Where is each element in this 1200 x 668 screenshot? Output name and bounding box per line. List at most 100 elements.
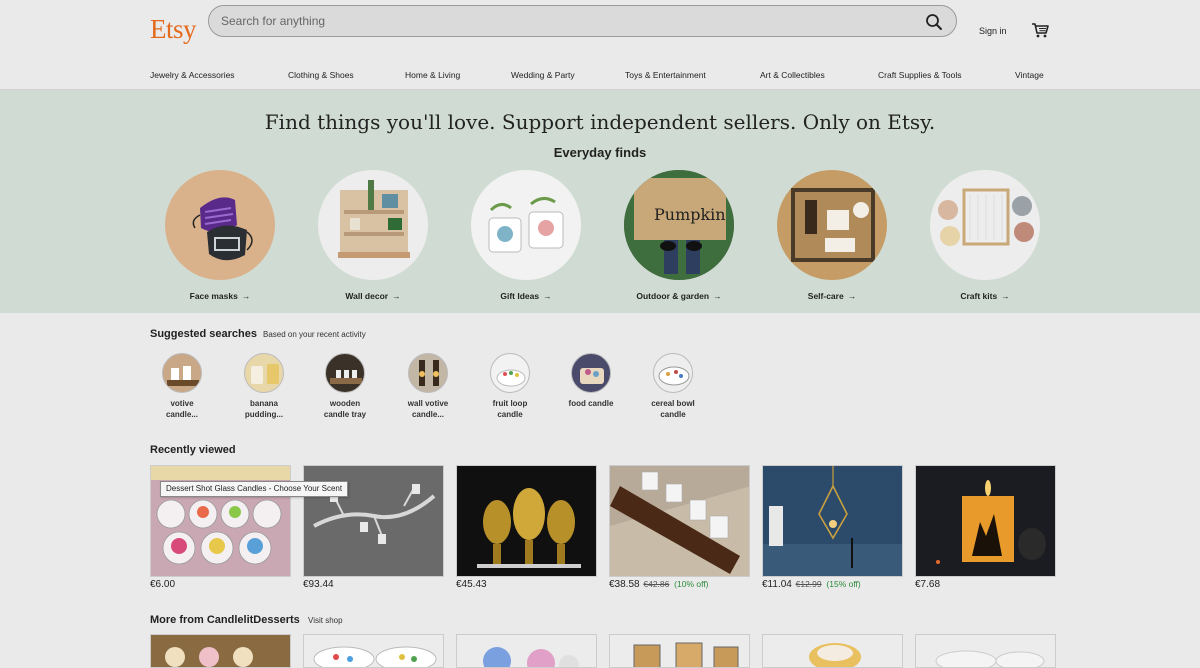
arrow-right-icon: → bbox=[713, 291, 722, 301]
product-price: €38.58 bbox=[609, 579, 640, 590]
category-label: Face masks bbox=[189, 291, 238, 301]
category-label: Outdoor & garden bbox=[636, 291, 710, 301]
discount-badge: (15% off) bbox=[826, 579, 861, 589]
category-label: Wall decor bbox=[345, 291, 389, 301]
search-icon bbox=[926, 14, 942, 30]
shop-item-image[interactable] bbox=[456, 634, 597, 668]
suggested-search-item[interactable]: votive candle... bbox=[147, 353, 217, 420]
product-price: €45.43 bbox=[456, 579, 487, 590]
suggested-search-label: candle bbox=[660, 410, 686, 419]
face-masks-image bbox=[165, 170, 275, 280]
category-label: Gift Ideas bbox=[500, 291, 540, 301]
arrow-right-icon: → bbox=[241, 291, 251, 301]
suggested-search-label: cereal bowl bbox=[651, 399, 695, 408]
category-self-care[interactable]: Self-care → bbox=[772, 170, 892, 301]
suggested-search-item[interactable]: fruit loop candle bbox=[475, 353, 545, 420]
suggested-search-thumbnail bbox=[162, 353, 202, 393]
suggested-search-thumbnail bbox=[490, 353, 530, 393]
more-from-shop-title: More from CandlelitDesserts bbox=[150, 614, 300, 626]
hero-title: Find things you'll love. Support indepen… bbox=[264, 110, 936, 134]
original-price: €42.86 bbox=[643, 579, 670, 589]
search-input[interactable] bbox=[221, 12, 901, 30]
hero-banner: Find things you'll love. Support indepen… bbox=[0, 90, 1200, 313]
arrow-right-icon: → bbox=[847, 291, 857, 301]
suggested-search-label: candle bbox=[497, 410, 523, 419]
suggested-searches-title: Suggested searches bbox=[150, 328, 257, 340]
category-outdoor-garden[interactable]: Pumpkin Outdoor & garden → bbox=[619, 170, 739, 301]
category-nav: Jewelry & Accessories Clothing & Shoes H… bbox=[0, 70, 1200, 90]
arrow-right-icon: → bbox=[1001, 291, 1010, 301]
recently-viewed-item[interactable]: €11.04 €12.99 (15% off) bbox=[762, 465, 903, 590]
suggested-search-item[interactable]: wooden candle tray bbox=[310, 353, 380, 420]
suggested-search-label: candle... bbox=[165, 410, 198, 419]
shop-item-image[interactable] bbox=[762, 634, 903, 668]
suggested-search-thumbnail bbox=[571, 353, 611, 393]
category-label: Craft kits bbox=[960, 291, 998, 301]
cart-icon bbox=[1032, 23, 1049, 38]
product-price: €6.00 bbox=[150, 579, 176, 590]
discount-badge: (10% off) bbox=[674, 579, 709, 589]
suggested-search-item[interactable]: banana pudding... bbox=[229, 353, 299, 420]
gift-ideas-image bbox=[471, 170, 581, 280]
suggested-search-thumbnail bbox=[653, 353, 693, 393]
craft-kits-image bbox=[930, 170, 1040, 280]
etsy-logo[interactable]: Etsy bbox=[150, 14, 197, 45]
wall-decor-image bbox=[318, 170, 428, 280]
nav-wedding-party[interactable]: Wedding & Party bbox=[511, 70, 575, 80]
recently-viewed-item[interactable]: €7.68 bbox=[915, 465, 1056, 590]
arrow-right-icon: → bbox=[392, 291, 401, 301]
nav-clothing-shoes[interactable]: Clothing & Shoes bbox=[288, 70, 354, 80]
shop-item-image[interactable] bbox=[303, 634, 444, 668]
outdoor-garden-image: Pumpkin bbox=[624, 170, 734, 280]
suggested-search-item[interactable]: food candle bbox=[556, 353, 626, 409]
recently-viewed-item[interactable]: €45.43 bbox=[456, 465, 597, 590]
product-price: €11.04 bbox=[762, 579, 792, 590]
original-price: €12.99 bbox=[795, 579, 822, 589]
suggested-search-label: wall votive bbox=[407, 399, 449, 408]
shop-item-image[interactable] bbox=[915, 634, 1056, 668]
category-wall-decor[interactable]: Wall decor → bbox=[313, 170, 433, 301]
sign-in-link[interactable]: Sign in bbox=[979, 26, 1007, 36]
search-bar bbox=[208, 5, 957, 37]
nav-vintage[interactable]: Vintage bbox=[1015, 70, 1044, 80]
cart-button[interactable] bbox=[1031, 22, 1049, 38]
suggested-search-label: wooden bbox=[329, 399, 361, 408]
svg-text:Pumpkin: Pumpkin bbox=[654, 205, 726, 224]
product-image bbox=[762, 465, 903, 577]
recently-viewed-item[interactable]: €38.58 €42.86 (10% off) bbox=[609, 465, 750, 590]
nav-jewelry-accessories[interactable]: Jewelry & Accessories bbox=[150, 70, 235, 80]
nav-home-living[interactable]: Home & Living bbox=[405, 70, 460, 80]
suggested-search-item[interactable]: wall votive candle... bbox=[393, 353, 463, 420]
category-face-masks[interactable]: Face masks → bbox=[160, 170, 280, 301]
shop-item-image[interactable] bbox=[609, 634, 750, 668]
category-gift-ideas[interactable]: Gift Ideas → bbox=[466, 170, 586, 301]
product-image bbox=[915, 465, 1056, 577]
product-image bbox=[609, 465, 750, 577]
suggested-search-label: votive bbox=[170, 399, 194, 408]
product-image bbox=[456, 465, 597, 577]
suggested-search-label: candle... bbox=[411, 410, 444, 419]
category-label: Self-care bbox=[807, 291, 844, 301]
arrow-right-icon: → bbox=[543, 291, 552, 301]
category-craft-kits[interactable]: Craft kits → bbox=[925, 170, 1045, 301]
suggested-search-item[interactable]: cereal bowl candle bbox=[638, 353, 708, 420]
nav-toys-entertainment[interactable]: Toys & Entertainment bbox=[625, 70, 706, 80]
suggested-search-label: candle tray bbox=[323, 410, 367, 419]
visit-shop-link[interactable]: Visit shop bbox=[308, 616, 343, 625]
search-button[interactable] bbox=[924, 12, 944, 32]
self-care-image bbox=[777, 170, 887, 280]
suggested-search-label: pudding... bbox=[244, 410, 284, 419]
suggested-searches-note: Based on your recent activity bbox=[263, 330, 366, 339]
product-price: €7.68 bbox=[915, 579, 941, 590]
nav-craft-supplies-tools[interactable]: Craft Supplies & Tools bbox=[878, 70, 961, 80]
product-tooltip: Dessert Shot Glass Candles - Choose Your… bbox=[160, 481, 349, 497]
suggested-search-thumbnail bbox=[408, 353, 448, 393]
recently-viewed-title: Recently viewed bbox=[150, 444, 236, 456]
shop-item-image[interactable] bbox=[150, 634, 291, 668]
product-price: €93.44 bbox=[303, 579, 334, 590]
suggested-search-label: fruit loop bbox=[492, 399, 528, 408]
site-header: Etsy Sign in Jewelry & Accessories Cloth… bbox=[0, 0, 1200, 90]
nav-art-collectibles[interactable]: Art & Collectibles bbox=[760, 70, 825, 80]
suggested-search-label: food candle bbox=[568, 399, 614, 408]
suggested-search-thumbnail bbox=[244, 353, 284, 393]
